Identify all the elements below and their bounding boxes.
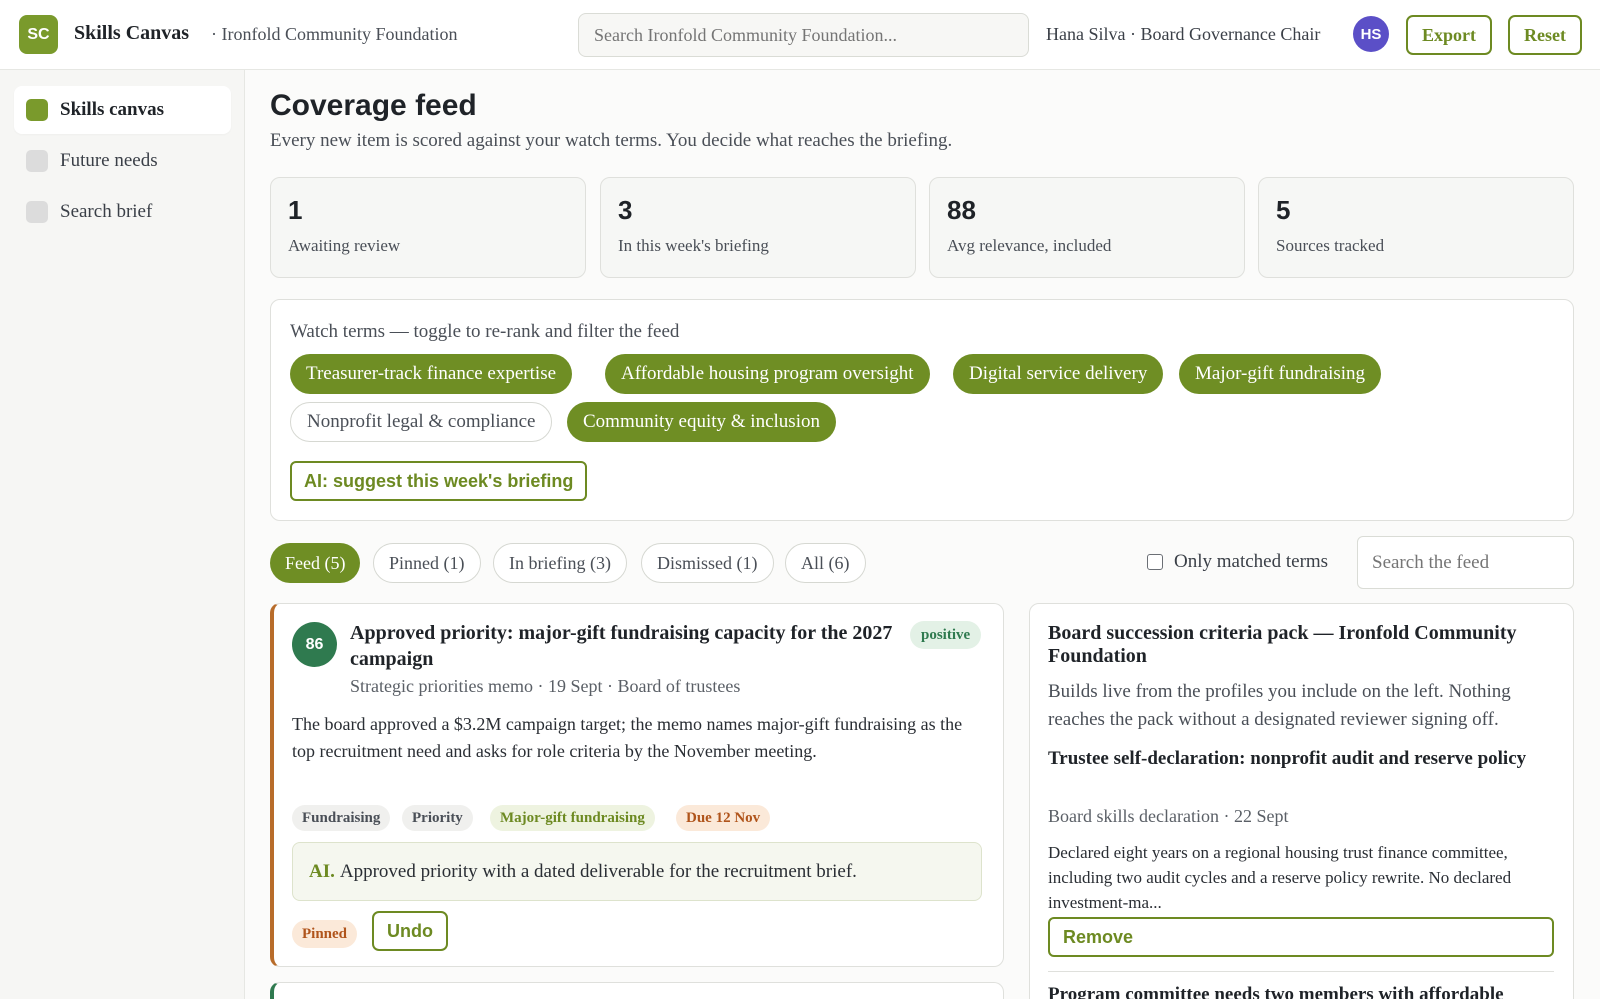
pack-description: Builds live from the profiles you includ… [1048, 681, 1511, 730]
checkbox[interactable] [1147, 554, 1163, 570]
divider [1048, 971, 1554, 972]
page-title: Coverage feed [270, 89, 477, 122]
global-search-input[interactable] [578, 13, 1029, 57]
feed-search-input[interactable] [1357, 536, 1574, 589]
feed-card-meta: Strategic priorities memo · 19 Sept · Bo… [350, 676, 741, 696]
feed-card[interactable]: 86 Approved priority: major-gift fundrai… [270, 603, 1004, 967]
tag: Major-gift fundraising [490, 805, 655, 831]
ai-summary-text: Approved priority with a dated deliverab… [339, 860, 857, 882]
tab-feed[interactable]: Feed (5) [270, 543, 361, 583]
sidebar-item-search-brief[interactable]: Search brief [14, 188, 231, 236]
stat-label: Sources tracked [1276, 236, 1385, 255]
stat-value: 3 [618, 195, 633, 225]
export-button[interactable]: Export [1406, 15, 1492, 55]
stat-label: In this week's briefing [618, 236, 769, 255]
tab-dismissed[interactable]: Dismissed (1) [641, 543, 774, 583]
tab-all[interactable]: All (6) [785, 543, 866, 583]
watch-term-chip[interactable]: Major-gift fundraising [1179, 354, 1382, 394]
tag: Priority [402, 805, 473, 831]
org-name: · Ironfold Community Foundation [211, 24, 458, 44]
only-matched-label: Only matched terms [1174, 551, 1329, 572]
watch-term-chip[interactable]: Affordable housing program oversight [605, 354, 930, 394]
tag: Due 12 Nov [676, 805, 771, 831]
watch-term-chip[interactable]: Treasurer-track finance expertise [290, 354, 573, 394]
pack-item-title: Program committee needs two members with… [1048, 984, 1504, 999]
ai-suggest-briefing-button[interactable]: AI: suggest this week's briefing [290, 461, 588, 501]
feed-card[interactable] [270, 982, 1004, 999]
succession-pack-panel: Board succession criteria pack — Ironfol… [1029, 603, 1574, 999]
pack-title: Board succession criteria pack — Ironfol… [1048, 622, 1517, 667]
stat-card-relevance: 88 Avg relevance, included [929, 177, 1245, 278]
stat-card-sources: 5 Sources tracked [1258, 177, 1574, 278]
ai-summary-box: AI. Approved priority with a dated deliv… [292, 842, 982, 901]
watch-term-chip[interactable]: Nonprofit legal & compliance [290, 402, 553, 442]
stat-value: 88 [947, 195, 976, 225]
stat-label: Avg relevance, included [947, 236, 1112, 255]
avatar[interactable]: HS [1353, 16, 1389, 52]
nav-square-icon [26, 99, 48, 121]
stat-card-awaiting: 1 Awaiting review [270, 177, 586, 278]
stat-value: 5 [1276, 195, 1291, 225]
pack-item-body: Declared eight years on a regional housi… [1048, 843, 1512, 912]
nav-square-icon [26, 201, 48, 223]
relevance-score-badge: 86 [292, 622, 337, 667]
sidebar-item-label: Future needs [60, 150, 158, 171]
watch-term-chip[interactable]: Community equity & inclusion [567, 402, 836, 442]
sidebar-item-skills-canvas[interactable]: Skills canvas [14, 86, 231, 134]
only-matched-toggle[interactable]: Only matched terms [1147, 551, 1328, 573]
watch-term-chip[interactable]: Digital service delivery [953, 354, 1164, 394]
nav-square-icon [26, 150, 48, 172]
status-badge: Pinned [292, 920, 358, 948]
tab-pinned[interactable]: Pinned (1) [373, 543, 481, 583]
sidebar-item-label: Search brief [60, 201, 153, 222]
sentiment-badge: positive [910, 621, 982, 649]
app-name: Skills Canvas [74, 22, 190, 44]
tag: Fundraising [292, 805, 391, 831]
stat-label: Awaiting review [288, 236, 401, 255]
watch-terms-panel: Watch terms — toggle to re-rank and filt… [270, 299, 1574, 521]
stat-card-briefing: 3 In this week's briefing [600, 177, 916, 278]
tab-in-briefing[interactable]: In briefing (3) [493, 543, 627, 583]
undo-button[interactable]: Undo [372, 911, 448, 951]
sidebar-item-label: Skills canvas [60, 99, 165, 120]
app-logo: SC [19, 15, 58, 54]
remove-button[interactable]: Remove [1048, 917, 1554, 957]
stat-value: 1 [288, 195, 303, 225]
top-bar: SC Skills Canvas · Ironfold Community Fo… [0, 0, 1600, 70]
reset-button[interactable]: Reset [1508, 15, 1582, 55]
ai-prefix: AI. [309, 860, 335, 882]
pack-item-title: Trustee self-declaration: nonprofit audi… [1048, 748, 1527, 769]
feed-card-title[interactable]: Approved priority: major-gift fundraisin… [350, 620, 900, 672]
sidebar: Skills canvas Future needs Search brief [0, 70, 245, 999]
feed-card-body: The board approved a $3.2M campaign targ… [292, 714, 963, 761]
watch-terms-title: Watch terms — toggle to re-rank and filt… [290, 321, 680, 342]
page-subtitle: Every new item is scored against your wa… [270, 130, 953, 151]
sidebar-item-future-needs[interactable]: Future needs [14, 137, 231, 185]
pack-item-meta: Board skills declaration · 22 Sept [1048, 806, 1289, 826]
user-label: Hana Silva · Board Governance Chair [1046, 24, 1321, 44]
